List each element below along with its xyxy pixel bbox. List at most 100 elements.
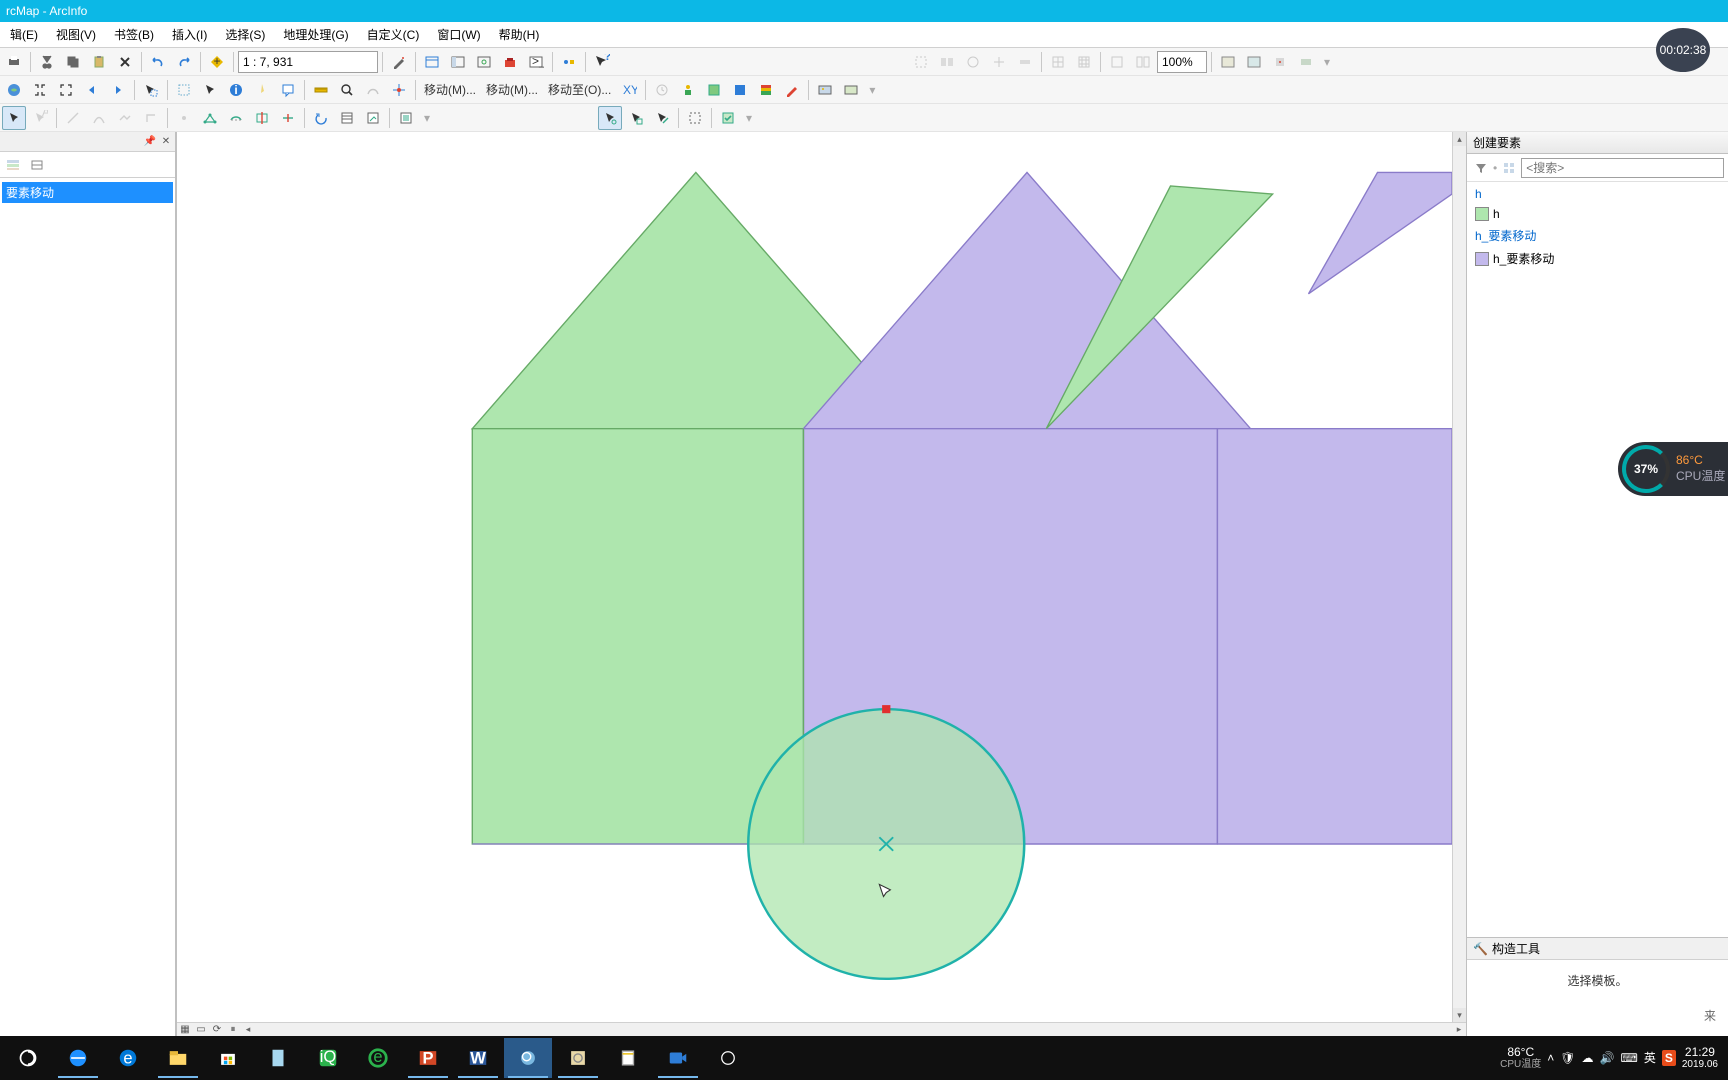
data-frame2-icon[interactable]: [1242, 50, 1266, 74]
tool-c-icon[interactable]: [961, 50, 985, 74]
model-builder-icon[interactable]: [557, 50, 581, 74]
paste-icon[interactable]: [87, 50, 111, 74]
tool-a-icon[interactable]: [909, 50, 933, 74]
sketch-props-icon[interactable]: [361, 106, 385, 130]
tray-sogou-icon[interactable]: S: [1662, 1050, 1676, 1066]
straight-segment-icon[interactable]: [61, 106, 85, 130]
recording-timer[interactable]: 00:02:38: [1656, 28, 1710, 72]
html-popup-icon[interactable]: [276, 78, 300, 102]
template-group-hmove[interactable]: h_要素移动: [1469, 224, 1726, 247]
python-window-icon[interactable]: >_: [524, 50, 548, 74]
template-item-hmove[interactable]: h_要素移动: [1469, 247, 1726, 270]
network-analyst-icon[interactable]: [676, 78, 700, 102]
attributes-icon[interactable]: [335, 106, 359, 130]
tool-b-icon[interactable]: [935, 50, 959, 74]
rotate-icon[interactable]: [309, 106, 333, 130]
template-item-h[interactable]: h: [1469, 204, 1726, 224]
trace-icon[interactable]: [113, 106, 137, 130]
create-features-icon[interactable]: [702, 78, 726, 102]
map-canvas[interactable]: [177, 132, 1452, 1022]
reshape-icon[interactable]: [224, 106, 248, 130]
redo-icon[interactable]: [172, 50, 196, 74]
tray-clock[interactable]: 21:29 2019.06: [1682, 1045, 1718, 1071]
find-icon[interactable]: [335, 78, 359, 102]
time-slider-icon[interactable]: [650, 78, 674, 102]
scroll-down-icon[interactable]: ▾: [1453, 1008, 1466, 1022]
taskbar-notes[interactable]: [604, 1038, 652, 1078]
taskbar-settings[interactable]: [704, 1038, 752, 1078]
taskbar-arccatalog[interactable]: [554, 1038, 602, 1078]
layout2-icon[interactable]: [1131, 50, 1155, 74]
hyperlink-icon[interactable]: [250, 78, 274, 102]
delete-icon[interactable]: [113, 50, 137, 74]
georef2-icon[interactable]: [1294, 50, 1318, 74]
tray-shield-icon[interactable]: 🛡: [1560, 1051, 1575, 1065]
prev-extent-icon[interactable]: [80, 78, 104, 102]
sketch-tool3-icon[interactable]: [650, 106, 674, 130]
table-of-contents-icon[interactable]: [420, 50, 444, 74]
taskbar-recorder[interactable]: [654, 1038, 702, 1078]
edit-vertices-icon[interactable]: [198, 106, 222, 130]
list-by-source-icon[interactable]: [26, 154, 48, 176]
scroll-left-icon[interactable]: ◂: [241, 1024, 255, 1035]
tray-ime[interactable]: 英: [1644, 1049, 1656, 1066]
identify-icon[interactable]: i: [224, 78, 248, 102]
edit-tool-icon[interactable]: [2, 106, 26, 130]
tool-e-icon[interactable]: [1013, 50, 1037, 74]
point-icon[interactable]: [172, 106, 196, 130]
taskbar-notepad[interactable]: [254, 1038, 302, 1078]
clear-selection-icon[interactable]: [172, 78, 196, 102]
pointer-icon[interactable]: [198, 78, 222, 102]
arc-segment-icon[interactable]: [87, 106, 111, 130]
menu-bookmarks[interactable]: 书签(B): [106, 24, 162, 45]
arc-toolbox-icon[interactable]: [498, 50, 522, 74]
layout-icon[interactable]: [1105, 50, 1129, 74]
add-data-icon[interactable]: +: [205, 50, 229, 74]
measure-icon[interactable]: [309, 78, 333, 102]
pen-icon[interactable]: [780, 78, 804, 102]
toc-layer-item[interactable]: 要素移动: [2, 182, 173, 203]
taskbar-word[interactable]: W: [454, 1038, 502, 1078]
cut-polygons-icon[interactable]: [250, 106, 274, 130]
taskbar-edge[interactable]: e: [104, 1038, 152, 1078]
whats-this-icon[interactable]: ?: [590, 50, 614, 74]
taskbar-explorer[interactable]: [154, 1038, 202, 1078]
select-features-icon[interactable]: [139, 78, 163, 102]
tray-volume-icon[interactable]: 🔊: [1600, 1051, 1615, 1065]
menu-view[interactable]: 视图(V): [48, 24, 104, 45]
map-scale-combo[interactable]: [238, 51, 378, 73]
topology-icon[interactable]: [683, 106, 707, 130]
next-extent-icon[interactable]: [106, 78, 130, 102]
menu-geoprocessing[interactable]: 地理处理(G): [275, 24, 356, 45]
rainbow-icon[interactable]: [754, 78, 778, 102]
taskbar-store[interactable]: [204, 1038, 252, 1078]
catalog-icon[interactable]: [446, 50, 470, 74]
menu-help[interactable]: 帮助(H): [491, 24, 548, 45]
move-tool-label[interactable]: 移动(M)...: [420, 81, 480, 98]
menu-customize[interactable]: 自定义(C): [359, 24, 428, 45]
menu-insert[interactable]: 插入(I): [164, 24, 215, 45]
create-features-window-icon[interactable]: [394, 106, 418, 130]
data-view-icon[interactable]: ▦: [177, 1023, 193, 1037]
filter-icon[interactable]: [1471, 158, 1491, 178]
split-icon[interactable]: [276, 106, 300, 130]
scroll-up-icon[interactable]: ▴: [1453, 132, 1466, 146]
list-by-drawing-icon[interactable]: [2, 154, 24, 176]
template-group-h[interactable]: h: [1469, 184, 1726, 204]
taskbar-arcmap[interactable]: [504, 1038, 552, 1078]
taskbar-ie[interactable]: [54, 1038, 102, 1078]
fixed-zoom-out-icon[interactable]: [54, 78, 78, 102]
menu-windows[interactable]: 窗口(W): [429, 24, 488, 45]
right-angle-icon[interactable]: [139, 106, 163, 130]
cpu-monitor-widget[interactable]: 37% 86°C CPU温度: [1618, 442, 1728, 496]
image-analysis-icon[interactable]: [813, 78, 837, 102]
vertical-scrollbar[interactable]: ▴ ▾: [1452, 132, 1466, 1022]
go-to-xy-icon[interactable]: [387, 78, 411, 102]
menu-selection[interactable]: 选择(S): [217, 24, 273, 45]
fixed-zoom-in-icon[interactable]: [28, 78, 52, 102]
full-extent-icon[interactable]: [2, 78, 26, 102]
layout-zoom-combo[interactable]: [1157, 51, 1207, 73]
grid-icon[interactable]: [1046, 50, 1070, 74]
blue-square-icon[interactable]: [728, 78, 752, 102]
taskbar-360[interactable]: e: [354, 1038, 402, 1078]
